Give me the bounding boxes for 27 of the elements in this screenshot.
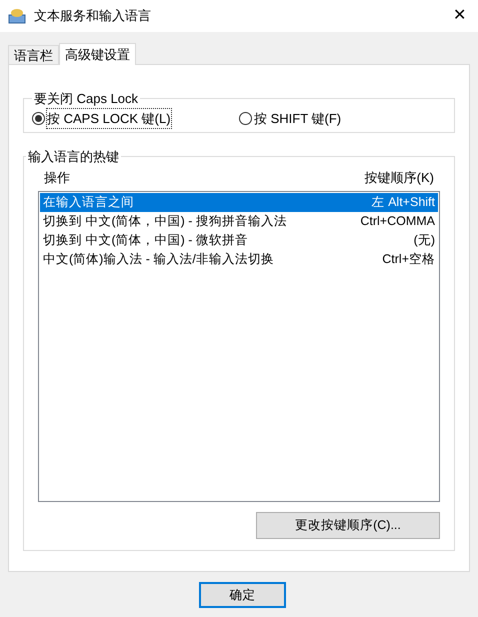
action-text: 中文(简体)输入法 - 输入法/非输入法切换	[43, 250, 274, 268]
list-row[interactable]: 中文(简体)输入法 - 输入法/非输入法切换 Ctrl+空格	[40, 250, 438, 268]
tab[interactable]: 高级键设置	[59, 43, 136, 65]
column-header: 操作	[44, 168, 70, 187]
action-text: 切换到 中文(简体，中国) - 搜狗拼音输入法	[43, 212, 287, 230]
column-header: 按键顺序(K)	[364, 168, 434, 187]
key-sequence-text: Ctrl+COMMA	[360, 212, 435, 230]
ok-button[interactable]: 确定	[199, 582, 286, 608]
radio-button[interactable]	[32, 112, 45, 125]
key-sequence-text: 左 Alt+Shift	[372, 194, 435, 211]
radio-label: 按 SHIFT 键(F)	[254, 110, 342, 128]
list-row[interactable]: 切换到 中文(简体，中国) - 搜狗拼音输入法 Ctrl+COMMA	[40, 212, 438, 230]
group-title: 输入语言的热键	[27, 148, 120, 166]
action-text: 切换到 中文(简体，中国) - 微软拼音	[43, 232, 248, 249]
keyboard-icon	[8, 8, 26, 24]
radio-button[interactable]	[239, 112, 252, 125]
tab[interactable]: 语言栏	[8, 45, 59, 64]
radio-label: 按 CAPS LOCK 键(L)	[47, 108, 171, 128]
list-row[interactable]: 在输入语言之间 左 Alt+Shift	[40, 192, 438, 212]
action-text: 在输入语言之间	[43, 194, 134, 211]
group-title: 要关闭 Caps Lock	[33, 90, 140, 108]
list-row[interactable]: 切换到 中文(简体，中国) - 微软拼音 (无)	[40, 230, 438, 250]
change-key-sequence-button[interactable]: 更改按键顺序(C)...	[256, 512, 440, 538]
window-title: 文本服务和输入语言	[34, 7, 151, 26]
close-button[interactable]: ✕	[453, 8, 466, 24]
key-sequence-text: (无)	[414, 232, 435, 249]
key-sequence-text: Ctrl+空格	[382, 250, 435, 268]
